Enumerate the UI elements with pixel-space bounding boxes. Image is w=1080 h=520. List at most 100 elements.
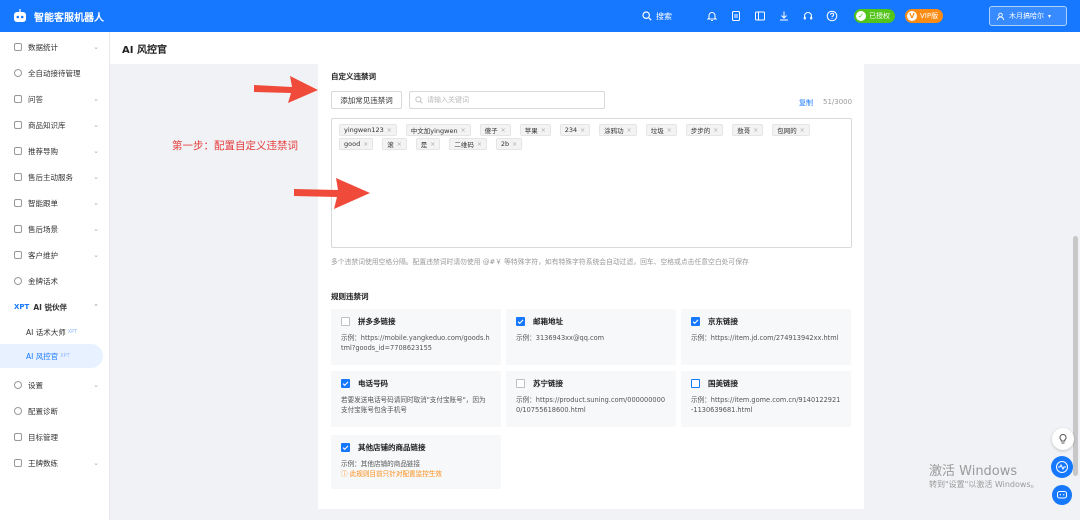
close-icon[interactable]: ×	[387, 127, 392, 134]
word-tag[interactable]: 步步的 ×	[685, 124, 724, 136]
rule-checkbox[interactable]	[341, 316, 350, 326]
sidebar-item-after-sale-scene[interactable]: 售后场景 ⌄	[0, 216, 109, 242]
training-icon	[14, 459, 22, 467]
rule-checkbox[interactable]	[691, 378, 700, 388]
rule-checkbox[interactable]	[341, 378, 350, 388]
sidebar-item-settings[interactable]: 设置 ⌄	[0, 372, 109, 398]
lightbulb-float-button[interactable]	[1052, 428, 1074, 450]
close-icon[interactable]: ×	[541, 127, 546, 134]
sidebar-item-label: 智能跟单	[28, 198, 58, 208]
rule-card-header[interactable]: 京东链接	[691, 315, 841, 327]
word-tag[interactable]: 中文加yingwen ×	[405, 124, 471, 136]
check-icon: ✓	[856, 11, 866, 21]
close-icon[interactable]: ×	[627, 127, 632, 134]
rule-card-header[interactable]: 邮箱地址	[516, 315, 666, 327]
chat-float-button[interactable]	[1052, 485, 1072, 505]
headset-icon[interactable]	[802, 10, 814, 22]
word-tag[interactable]: 2b ×	[495, 138, 523, 150]
sidebar-item-customer-care[interactable]: 客户维护 ⌄	[0, 242, 109, 268]
sidebar-item-smart-followup[interactable]: 智能跟单 ⌄	[0, 190, 109, 216]
checkmark-icon	[342, 444, 349, 450]
search-placeholder: 请输入关键词	[427, 96, 469, 104]
rule-card-header[interactable]: 拼多多链接	[341, 315, 491, 327]
sidebar-item-label: 目标管理	[28, 432, 58, 442]
rule-checkbox[interactable]	[341, 442, 350, 452]
rule-card-header[interactable]: 苏宁链接	[516, 377, 666, 389]
rule-card-header[interactable]: 电话号码	[341, 377, 491, 389]
chat-bubble-icon	[1057, 491, 1067, 499]
sidebar-item-recommend[interactable]: 推荐导购 ⌄	[0, 138, 109, 164]
rule-checkbox[interactable]	[691, 316, 700, 326]
word-tag[interactable]: 苹果 ×	[519, 124, 551, 136]
download-icon[interactable]	[778, 10, 790, 22]
sidebar-item-goal-management[interactable]: 目标管理	[0, 424, 109, 450]
rule-title: 拼多多链接	[358, 316, 396, 326]
word-tag[interactable]: 234 ×	[559, 124, 591, 136]
close-icon[interactable]: ×	[667, 127, 672, 134]
authorized-badge[interactable]: ✓ 已授权	[854, 9, 895, 23]
word-tag[interactable]: 是 ×	[415, 138, 441, 150]
keyword-search-input[interactable]: 请输入关键词	[409, 91, 605, 109]
sidebar-item-label: 全自动接待管理	[28, 68, 81, 78]
sidebar-item-after-sale-service[interactable]: 售后主动服务 ⌄	[0, 164, 109, 190]
close-icon[interactable]: ×	[580, 127, 585, 134]
custom-words-box[interactable]: yingwen123 × 中文加yingwen × 傻子 × 苹果 × 234 × 涂鸦功 × 垃圾 × 步…	[331, 118, 852, 248]
bell-icon[interactable]	[706, 10, 718, 22]
close-icon[interactable]: ×	[753, 127, 758, 134]
word-tag[interactable]: 涂鸦功 ×	[599, 124, 637, 136]
close-icon[interactable]: ×	[461, 127, 466, 134]
sidebar-subitem-ai-risk-officer[interactable]: AI 风控官 XPT	[0, 344, 103, 368]
copy-link[interactable]: 复制	[799, 98, 813, 108]
close-icon[interactable]: ×	[501, 127, 506, 134]
word-tag[interactable]: 垃圾 ×	[645, 124, 677, 136]
word-tag[interactable]: 傻子 ×	[479, 124, 511, 136]
sidebar-item-product-kb[interactable]: 商品知识库 ⌄	[0, 112, 109, 138]
rule-title: 邮箱地址	[533, 316, 563, 326]
sidebar-item-ace-training[interactable]: 王牌数练 ⌄	[0, 450, 109, 476]
close-icon[interactable]: ×	[800, 127, 805, 134]
word-tag[interactable]: 滚 ×	[382, 138, 407, 150]
user-menu[interactable]: 木月搞哈尔 ▾	[989, 6, 1067, 26]
rule-checkbox[interactable]	[516, 316, 525, 326]
sidebar-group-ai-partner[interactable]: XPT AI 锐伙伴 ⌃	[0, 294, 109, 320]
chevron-down-icon: ⌄	[93, 381, 99, 389]
window-icon[interactable]	[754, 10, 766, 22]
word-tag[interactable]: 二维码 ×	[449, 138, 487, 150]
help-icon[interactable]	[826, 10, 838, 22]
rule-checkbox[interactable]	[516, 378, 525, 388]
followup-icon	[14, 199, 22, 207]
close-icon[interactable]: ×	[713, 127, 718, 134]
word-tag[interactable]: 敖哥 ×	[732, 124, 764, 136]
top-bar: 智能客服机器人 搜索 ✓ 已授权 V VIP版 木月搞哈尔 ▾	[0, 0, 1080, 32]
close-icon[interactable]: ×	[512, 141, 517, 148]
rule-card-header[interactable]: 其他店铺的商品链接	[341, 441, 491, 453]
vip-badge[interactable]: V VIP版	[905, 9, 944, 23]
word-tag-label: 中文加yingwen	[410, 127, 458, 135]
add-common-words-button[interactable]: 添加常见违禁词	[331, 91, 402, 109]
word-tag-label: 包网的	[777, 127, 797, 135]
sidebar-item-auto-reception[interactable]: 全自动接待管理	[0, 60, 109, 86]
custom-words-hint: 多个违禁词使用空格分隔。配置违禁词时请勿使用 @#￥ 等特殊字符，如有特殊字符系…	[331, 258, 749, 266]
sidebar-item-config-diagnosis[interactable]: 配置诊断	[0, 398, 109, 424]
word-tag-label: 是	[420, 141, 428, 149]
assistant-float-button[interactable]	[1051, 456, 1073, 478]
sidebar-item-gold-script[interactable]: 金牌话术	[0, 268, 109, 294]
document-icon[interactable]	[730, 10, 742, 22]
pulse-icon	[1056, 461, 1068, 473]
word-tag-label: 垃圾	[650, 127, 664, 135]
close-icon[interactable]: ×	[397, 141, 402, 148]
brand[interactable]: 智能客服机器人	[0, 8, 300, 24]
sidebar-item-qa[interactable]: 问答 ⌄	[0, 86, 109, 112]
sidebar-item-data-stats[interactable]: 数据统计 ⌄	[0, 34, 109, 60]
rule-card-header[interactable]: 国美链接	[691, 377, 841, 389]
sidebar-subitem-ai-script-master[interactable]: AI 话术大师 XPT	[0, 320, 109, 344]
word-tag[interactable]: 包网的 ×	[772, 124, 810, 136]
close-icon[interactable]: ×	[477, 141, 482, 148]
word-tag[interactable]: yingwen123 ×	[339, 124, 397, 136]
header-search[interactable]: 搜索	[642, 11, 672, 22]
chevron-up-icon: ⌃	[93, 303, 99, 311]
close-icon[interactable]: ×	[430, 141, 435, 148]
word-tag[interactable]: good ×	[339, 138, 374, 150]
word-tag-label: 敖哥	[737, 127, 751, 135]
close-icon[interactable]: ×	[363, 141, 368, 148]
